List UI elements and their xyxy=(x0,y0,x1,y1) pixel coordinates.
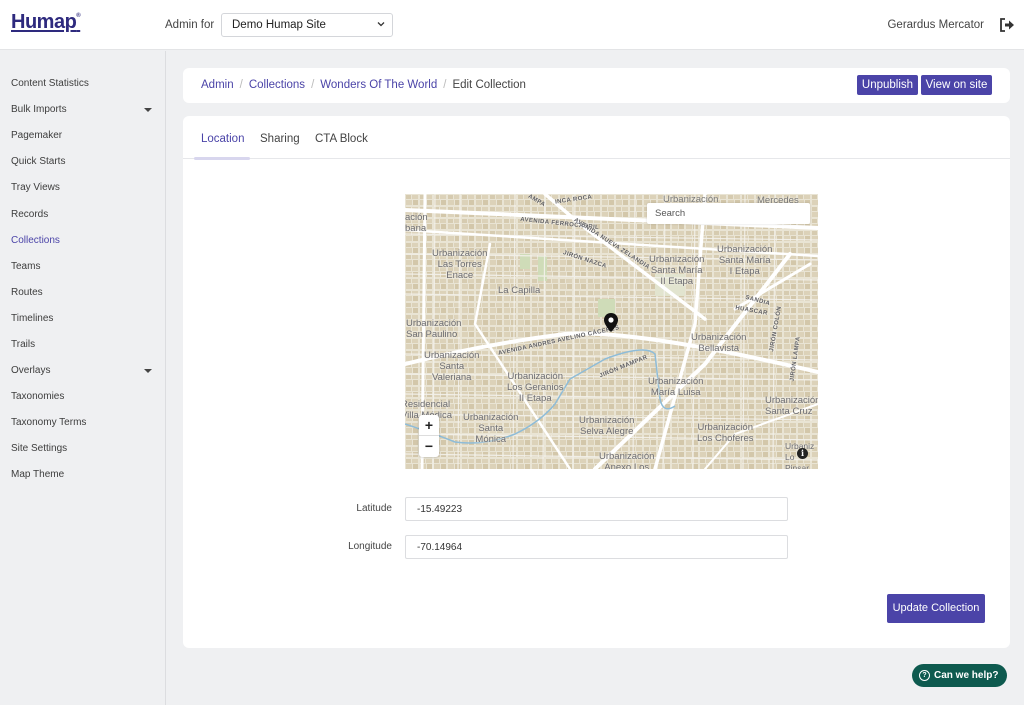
view-on-site-button[interactable]: View on site xyxy=(921,75,992,95)
location-map[interactable]: Urbanización Mercedes ación bana Urbaniz… xyxy=(405,194,818,469)
sidebar-item-routes[interactable]: Routes xyxy=(11,286,156,300)
sidebar-item-label: Teams xyxy=(11,261,41,272)
sign-out-icon[interactable] xyxy=(999,18,1015,32)
breadcrumb-bar: Admin / Collections / Wonders Of The World / E… xyxy=(183,68,1010,103)
unpublish-button[interactable]: Unpublish xyxy=(857,75,918,95)
map-area-label: Urbanización María Luisa xyxy=(648,376,704,398)
sidebar-item-label: Content Statistics xyxy=(11,78,89,89)
sidebar-item-label: Trails xyxy=(11,339,36,350)
sidebar-item-teams[interactable]: Teams xyxy=(11,260,156,274)
breadcrumb-admin[interactable]: Admin xyxy=(201,79,234,91)
sidebar-item-label: Overlays xyxy=(11,365,51,376)
map-area-label: Urbanización Santa María II Etapa xyxy=(649,254,705,287)
active-tab-indicator xyxy=(194,157,250,160)
edit-collection-panel: Location Sharing CTA Block Urbanización … xyxy=(183,116,1010,648)
user-name[interactable]: Gerardus Mercator xyxy=(887,19,984,31)
map-area-label: Urbanización Los Geranios II Etapa xyxy=(507,371,564,404)
map-area-label: Urbanización Las Torres Enace xyxy=(432,248,488,281)
map-area-label: Urbanización Santa María I Etapa xyxy=(717,244,773,277)
breadcrumb-wonders-of-the-world[interactable]: Wonders Of The World xyxy=(320,79,437,91)
admin-for-label: Admin for xyxy=(165,19,215,31)
longitude-input[interactable]: -70.14964 xyxy=(405,535,788,559)
longitude-label: Longitude xyxy=(348,541,392,552)
sidebar-item-label: Pagemaker xyxy=(11,130,63,141)
sidebar-item-label: Routes xyxy=(11,287,43,298)
sidebar-item-trails[interactable]: Trails xyxy=(11,338,156,352)
breadcrumb-separator: / xyxy=(311,79,315,91)
tab-location[interactable]: Location xyxy=(201,133,244,145)
sidebar-item-label: Tray Views xyxy=(11,182,60,193)
sidebar-item-taxonomies[interactable]: Taxonomies xyxy=(11,390,156,404)
tab-cta-block[interactable]: CTA Block xyxy=(315,133,368,145)
map-area-label: Urbanización San Paulino xyxy=(406,318,462,340)
latitude-label: Latitude xyxy=(356,503,392,514)
breadcrumb-separator: / xyxy=(443,79,447,91)
sidebar-item-site-settings[interactable]: Site Settings xyxy=(11,442,156,456)
humap-logo[interactable]: Humap® xyxy=(11,11,81,34)
sidebar-item-bulk-imports[interactable]: Bulk Imports xyxy=(11,103,156,117)
tab-bar: Location Sharing CTA Block xyxy=(183,116,1010,160)
tab-sharing[interactable]: Sharing xyxy=(260,133,300,145)
sidebar-item-label: Timelines xyxy=(11,313,54,324)
sidebar-item-label: Collections xyxy=(11,235,60,246)
site-select-value: Demo Humap Site xyxy=(232,19,326,31)
zoom-out-button[interactable]: − xyxy=(419,436,439,457)
map-area-label: Urbanización Santa Cruz xyxy=(765,395,818,417)
breadcrumb-separator: / xyxy=(239,79,243,91)
sidebar-item-label: Bulk Imports xyxy=(11,104,67,115)
sidebar-item-quick-starts[interactable]: Quick Starts xyxy=(11,155,156,169)
sidebar-item-records[interactable]: Records xyxy=(11,208,156,222)
sidebar-item-taxonomy-terms[interactable]: Taxonomy Terms xyxy=(11,416,156,430)
chevron-down-icon xyxy=(377,22,385,27)
map-area-label: Urbanización Selva Alegre xyxy=(579,415,635,437)
sidebar-item-label: Taxonomy Terms xyxy=(11,417,87,428)
top-bar: Humap® Admin for Demo Humap Site Gerardu… xyxy=(0,0,1024,50)
map-area-label: La Capilla xyxy=(498,285,541,296)
map-area-label: Urbanización Santa Mónica xyxy=(463,412,519,445)
sidebar-item-timelines[interactable]: Timelines xyxy=(11,312,156,326)
map-marker-icon[interactable] xyxy=(604,313,618,332)
breadcrumb-current: Edit Collection xyxy=(452,79,526,91)
map-area-label: Urbanización Los Choferes xyxy=(697,422,754,444)
sidebar-item-collections[interactable]: Collections xyxy=(11,234,156,248)
map-zoom-control: + − xyxy=(419,415,439,457)
breadcrumb-collections[interactable]: Collections xyxy=(249,79,305,91)
sidebar-item-label: Records xyxy=(11,209,49,220)
sidebar-item-label: Map Theme xyxy=(11,469,65,480)
sidebar-item-label: Quick Starts xyxy=(11,156,66,167)
sidebar-item-map-theme[interactable]: Map Theme xyxy=(11,468,156,482)
site-select[interactable]: Demo Humap Site xyxy=(221,13,393,37)
sidebar-item-content-statistics[interactable]: Content Statistics xyxy=(11,77,156,91)
map-area-label: ación bana xyxy=(405,212,428,234)
help-label: Can we help? xyxy=(934,670,999,681)
logo-text: Humap xyxy=(11,11,77,33)
question-circle-icon: ? xyxy=(919,670,930,681)
info-icon[interactable]: i xyxy=(797,448,808,459)
map-search-input[interactable]: Search xyxy=(647,203,810,224)
logo-registered-mark: ® xyxy=(76,13,81,19)
sidebar-item-label: Taxonomies xyxy=(11,391,65,402)
update-collection-button[interactable]: Update Collection xyxy=(887,594,985,623)
latitude-input[interactable]: -15.49223 xyxy=(405,497,788,521)
map-area-label: Urbanización Anexo Los xyxy=(599,451,655,469)
sidebar-item-overlays[interactable]: Overlays xyxy=(11,364,156,378)
sidebar-item-pagemaker[interactable]: Pagemaker xyxy=(11,129,156,143)
caret-down-icon xyxy=(144,369,152,373)
breadcrumb: Admin / Collections / Wonders Of The World / E… xyxy=(201,79,526,91)
sidebar-item-label: Site Settings xyxy=(11,443,68,454)
map-area-label: Urbanización Santa Valeriana xyxy=(424,350,480,383)
zoom-in-button[interactable]: + xyxy=(419,415,439,436)
caret-down-icon xyxy=(144,108,152,112)
sidebar: Content Statistics Bulk Imports Pagemake… xyxy=(0,51,166,705)
map-area-label: Urbanización Bellavista xyxy=(691,332,747,354)
help-widget-button[interactable]: ? Can we help? xyxy=(912,664,1007,687)
sidebar-item-tray-views[interactable]: Tray Views xyxy=(11,181,156,195)
